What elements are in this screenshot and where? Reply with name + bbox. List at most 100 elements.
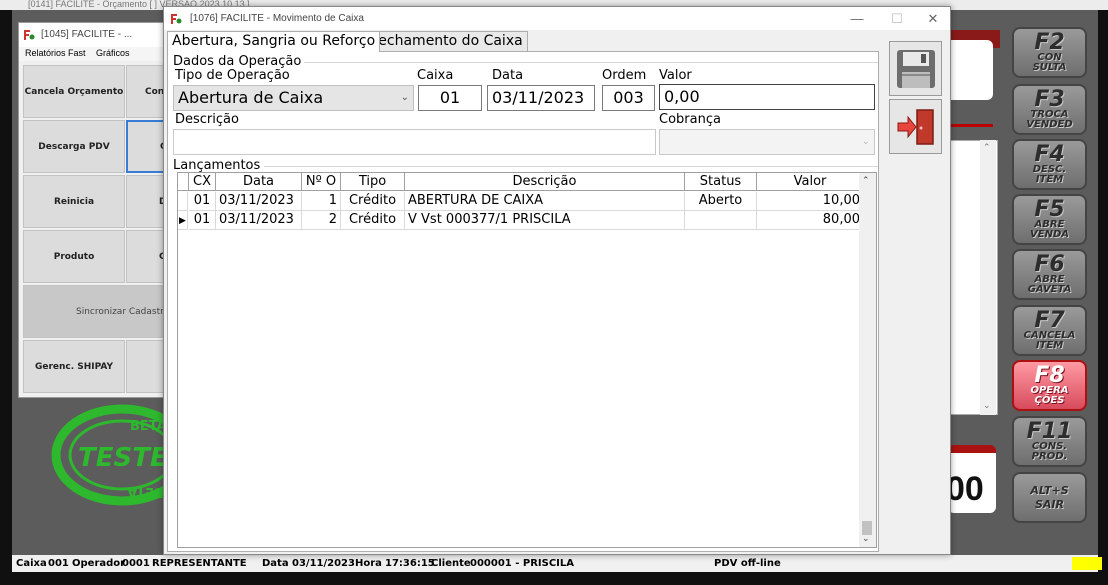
function-key-label: CONS. PROD. <box>1031 440 1068 462</box>
cell-cx: 01 <box>189 192 216 211</box>
close-icon[interactable]: ✕ <box>918 7 948 30</box>
status-caixa-label: Caixa <box>16 558 47 569</box>
status-mode: PDV off-line <box>714 558 781 569</box>
status-data-label: Data <box>262 558 289 569</box>
column-header-data[interactable]: Data <box>216 173 302 191</box>
cell-valor: 80,00 <box>757 211 864 230</box>
function-key-label: TROCA VENDED <box>1026 108 1073 130</box>
caixa-label: Caixa <box>417 68 454 83</box>
status-data-value: 03/11/2023 <box>292 558 355 569</box>
function-key-f4[interactable]: F4 DESC. ITEM <box>1012 139 1087 190</box>
function-key-f11[interactable]: F11 CONS. PROD. <box>1012 416 1087 467</box>
scroll-up-icon[interactable]: ⌃ <box>983 142 991 153</box>
descarga-pdv-button[interactable]: Descarga PDV <box>23 120 125 173</box>
dialog-titlebar[interactable]: [1076] FACILITE - Movimento de Caixa — ☐… <box>164 7 950 30</box>
chevron-down-icon[interactable]: ⌄ <box>401 86 409 110</box>
caixa-field[interactable]: 01 <box>418 85 482 111</box>
sincronizar-cadastros-button[interactable]: Sincronizar Cadastr <box>23 285 181 338</box>
valor-input[interactable]: 0,00 <box>659 84 875 110</box>
column-header-valor[interactable]: Valor <box>757 173 864 191</box>
pdv-total-value: 00 <box>946 470 984 508</box>
function-key-code: F11 <box>1026 418 1073 444</box>
window-1045-menubar: Relatórios Fast Gráficos <box>19 47 182 61</box>
tab-abertura-sangria-reforco[interactable]: Abertura, Sangria ou Reforço <box>167 31 381 52</box>
ordem-label: Ordem <box>602 68 647 83</box>
lancamentos-grid[interactable]: CX Data Nº O Tipo Descrição Status Valor… <box>177 172 877 548</box>
descricao-label: Descrição <box>175 112 239 127</box>
cell-descricao: ABERTURA DE CAIXA <box>405 192 685 211</box>
app-icon <box>24 30 35 40</box>
pdv-divider <box>945 124 993 127</box>
status-bar: Caixa 001 Operador 0001 REPRESENTANTE Da… <box>12 555 1102 572</box>
tipo-operacao-label: Tipo de Operação <box>175 68 290 83</box>
cell-tipo: Crédito <box>341 211 405 230</box>
cobranca-select: ⌄ <box>659 129 875 155</box>
cell-descricao: V Vst 000377/1 PRISCILA <box>405 211 685 230</box>
function-key-f3[interactable]: F3 TROCA VENDED <box>1012 84 1087 135</box>
stamp-main-text: TESTE <box>78 443 168 473</box>
status-operador-label: Operador <box>72 558 126 569</box>
function-key-label: OPERA ÇÕES <box>1030 384 1069 406</box>
function-key-alt-s[interactable]: ALT+S SAIR <box>1012 472 1087 523</box>
function-key-code: F2 <box>1034 29 1065 55</box>
window-1045: [1045] FACILITE - ... Relatórios Fast Gr… <box>18 22 183 398</box>
menu-graficos[interactable]: Gráficos <box>96 48 130 58</box>
save-button[interactable] <box>889 41 942 96</box>
function-key-label: DESC. ITEM <box>1032 163 1067 185</box>
exit-door-icon <box>897 108 934 145</box>
function-key-code: F4 <box>1034 141 1065 167</box>
cobranca-label: Cobrança <box>659 112 721 127</box>
function-key-f5[interactable]: F5 ABRE VENDA <box>1012 194 1087 245</box>
scroll-down-icon[interactable]: ⌄ <box>983 400 991 411</box>
grid-vertical-scrollbar[interactable]: ⌃ ⌄ <box>859 173 876 547</box>
cell-data: 03/11/2023 <box>216 211 302 230</box>
scroll-up-icon[interactable]: ⌃ <box>862 175 870 186</box>
movimento-de-caixa-dialog: [1076] FACILITE - Movimento de Caixa — ☐… <box>163 6 951 555</box>
data-field[interactable]: 03/11/2023 <box>487 85 595 111</box>
scroll-down-icon[interactable]: ⌄ <box>862 533 870 544</box>
minimize-icon[interactable]: — <box>842 7 872 30</box>
exit-button[interactable] <box>889 99 942 154</box>
window-1045-titlebar[interactable]: [1045] FACILITE - ... <box>19 23 182 47</box>
function-key-code: F8 <box>1034 362 1065 388</box>
function-key-f7[interactable]: F7 CANCELA ITEM <box>1012 305 1087 356</box>
status-operador-name: REPRESENTANTE <box>152 558 247 569</box>
menu-relatorios-fast[interactable]: Relatórios Fast <box>25 48 86 58</box>
function-key-label: ALT+S SAIR <box>1030 483 1069 511</box>
cell-numero: 1 <box>302 192 341 211</box>
function-key-f8[interactable]: F8 OPERA ÇÕES <box>1012 360 1087 411</box>
descricao-input[interactable] <box>173 129 656 155</box>
column-header-numero[interactable]: Nº O <box>302 173 341 191</box>
dialog-title: [1076] FACILITE - Movimento de Caixa <box>190 13 364 24</box>
row-indicator <box>178 192 188 211</box>
function-key-code: F3 <box>1034 86 1065 112</box>
maximize-icon[interactable]: ☐ <box>882 7 912 30</box>
tipo-operacao-select[interactable]: Abertura de Caixa ⌄ <box>173 85 414 111</box>
column-header-status[interactable]: Status <box>685 173 757 191</box>
tab-fechamento-caixa[interactable]: Fechamento do Caixa <box>366 31 528 51</box>
pdv-receipt-scrollbar[interactable]: ⌃ ⌄ <box>980 140 996 415</box>
status-hora-label: Hora <box>355 558 382 569</box>
lancamentos-title: Lançamentos <box>173 158 261 173</box>
floppy-disk-icon <box>896 49 935 88</box>
grid-indicator-header <box>178 173 189 191</box>
ordem-field[interactable]: 003 <box>602 85 655 111</box>
produto-button[interactable]: Produto <box>23 230 125 283</box>
gerenc-shipay-button[interactable]: Gerenc. SHIPAY <box>23 340 125 393</box>
group-divider <box>304 62 878 63</box>
reinicia-button[interactable]: Reinicia <box>23 175 125 228</box>
column-header-cx[interactable]: CX <box>189 173 216 191</box>
chevron-down-icon: ⌄ <box>861 136 870 147</box>
column-header-tipo[interactable]: Tipo <box>341 173 405 191</box>
function-key-code: F7 <box>1034 307 1065 333</box>
function-key-f6[interactable]: F6 ABRE GAVETA <box>1012 249 1087 300</box>
cell-status <box>685 211 757 230</box>
cell-status: Aberto <box>685 192 757 211</box>
cancela-orcamento-button[interactable]: Cancela Orçamento <box>23 65 125 118</box>
column-header-descricao[interactable]: Descrição <box>405 173 685 191</box>
function-key-f2[interactable]: F2 CON SULTA <box>1012 27 1087 78</box>
status-indicator <box>1072 557 1102 570</box>
tab-panel: Dados da Operação Tipo de Operação Abert… <box>167 51 879 552</box>
cell-valor: 10,00 <box>757 192 864 211</box>
status-cliente-value: 000001 - PRISCILA <box>470 558 574 569</box>
